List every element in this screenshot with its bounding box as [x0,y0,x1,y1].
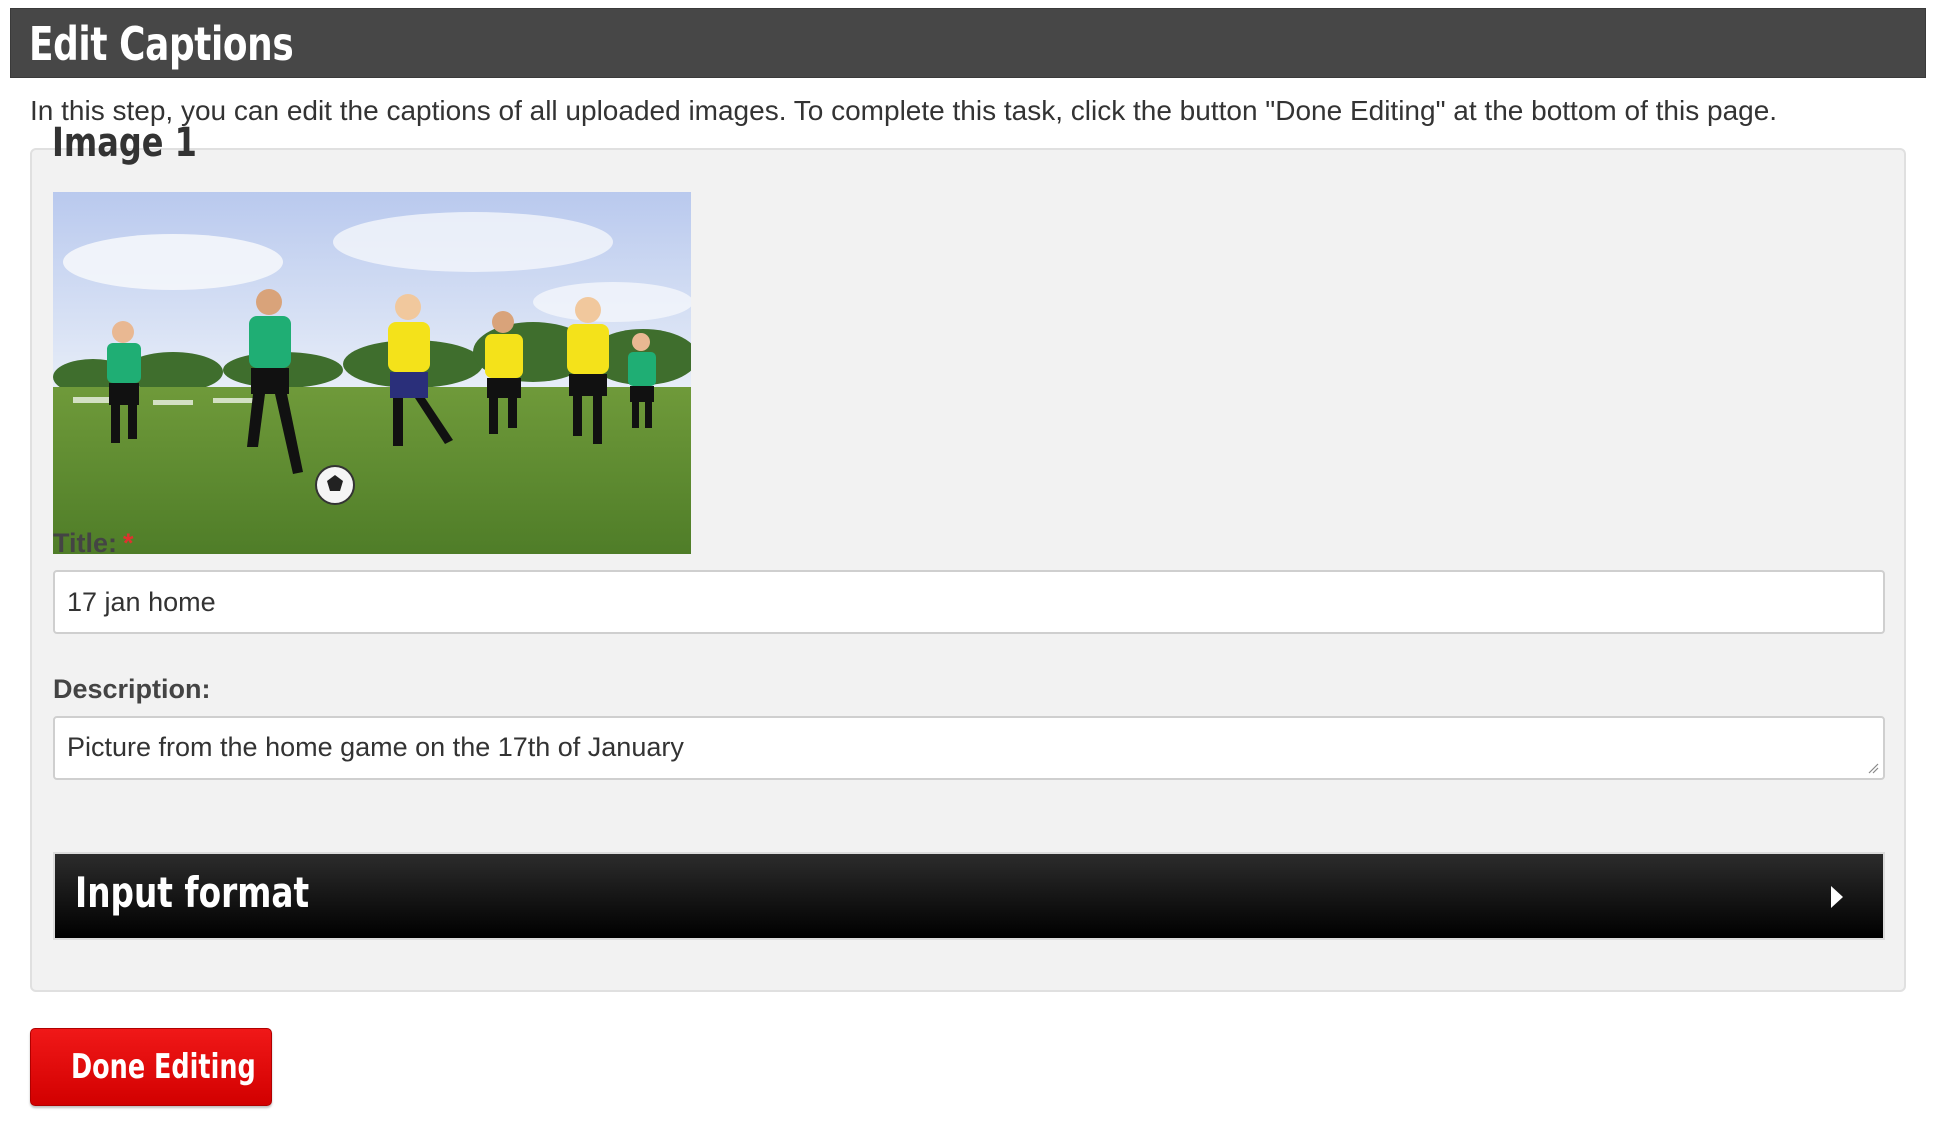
required-marker: * [123,528,134,558]
input-format-toggle[interactable]: Input format [53,852,1885,940]
description-label: Description: [53,674,211,704]
done-editing-button[interactable]: Done Editing [30,1028,272,1106]
image-fieldset: Image 1 Title: * 17 jan home Description… [30,120,1906,992]
description-text: Picture from the home game on the 17th o… [67,732,684,762]
page-title: Edit Captions [29,17,294,71]
title-label: Title: * [53,528,134,559]
soccer-photo [53,192,691,554]
done-editing-label: Done Editing [71,1047,256,1087]
caret-right-icon [1831,886,1843,908]
input-format-label: Input format [75,868,310,917]
page-header: Edit Captions [10,8,1926,78]
title-label-text: Title: [53,528,118,558]
intro-text: In this step, you can edit the captions … [30,95,1778,126]
title-input[interactable] [53,570,1885,634]
description-textarea[interactable]: Picture from the home game on the 17th o… [53,716,1885,780]
image-legend: Image 1 [52,120,197,166]
resize-grip-icon[interactable] [1867,762,1879,774]
